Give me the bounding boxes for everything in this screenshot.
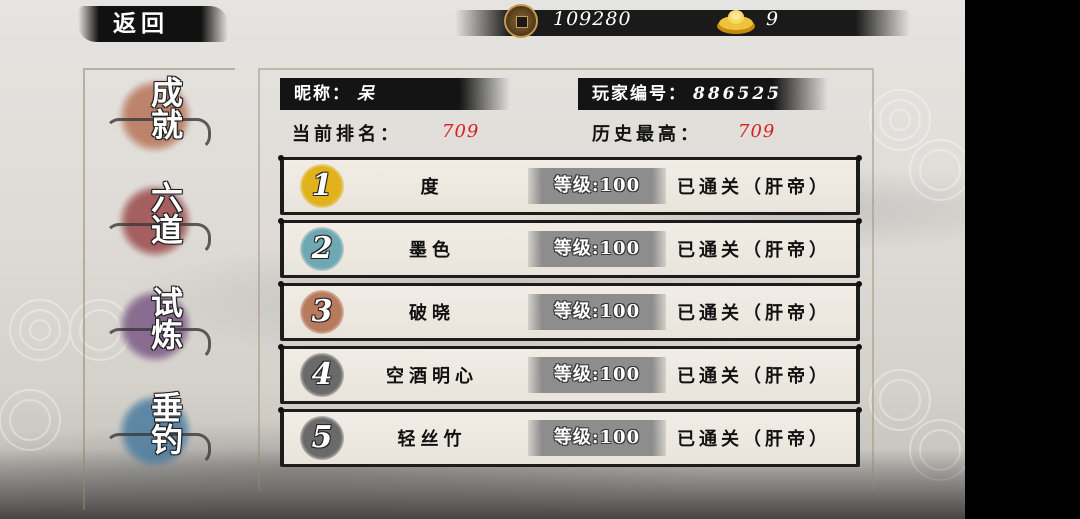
menu-item[interactable]: 成就 (105, 70, 215, 162)
menu-item-label: 成就 (146, 76, 184, 140)
copper-coin-icon (504, 4, 538, 38)
clear-status: 已通关（肝帝） (677, 366, 831, 387)
rank-badge: 3 (300, 290, 344, 334)
best-rank-value: 709 (738, 121, 776, 142)
nickname-label: 昵称： (294, 84, 351, 104)
gold-ingot-icon (717, 10, 755, 34)
level-badge: 等级:100 (528, 168, 666, 204)
top-bar: 返回 109280 9 (0, 0, 965, 48)
level-badge: 等级:100 (528, 231, 666, 267)
level-badge: 等级:100 (528, 294, 666, 330)
rank-badge: 2 (300, 227, 344, 271)
nickname-strip: 昵称： 呆 (280, 78, 510, 110)
coin-count: 109280 (553, 8, 632, 30)
leaderboard-row[interactable]: 5 轻丝竹 等级:100 已通关（肝帝） (278, 407, 862, 467)
back-button[interactable]: 返回 (78, 6, 228, 42)
player-id-value: 886525 (693, 84, 782, 104)
rank-badge: 5 (300, 416, 344, 460)
current-rank-label: 当前排名： (292, 124, 402, 145)
player-name: 轻丝竹 (397, 429, 467, 450)
player-name: 空酒明心 (386, 366, 478, 387)
current-rank-value: 709 (442, 121, 480, 142)
player-name: 破晓 (409, 303, 455, 324)
leaderboard-row[interactable]: 2 墨色 等级:100 已通关（肝帝） (278, 218, 862, 278)
best-rank-label: 历史最高： (592, 124, 702, 145)
nickname-value: 呆 (357, 84, 377, 104)
leaderboard-row[interactable]: 4 空酒明心 等级:100 已通关（肝帝） (278, 344, 862, 404)
player-name: 墨色 (409, 240, 455, 261)
player-name: 度 (420, 177, 444, 198)
ingot-count: 9 (766, 8, 779, 30)
level-badge: 等级:100 (528, 357, 666, 393)
leaderboard-row[interactable]: 3 破晓 等级:100 已通关（肝帝） (278, 281, 862, 341)
player-id-strip: 玩家编号： 886525 (578, 78, 828, 110)
menu-item-label: 六道 (146, 181, 184, 245)
clear-status: 已通关（肝帝） (677, 240, 831, 261)
clear-status: 已通关（肝帝） (677, 429, 831, 450)
game-screen: 返回 109280 9 成就六道试炼垂钓 昵称： 呆 玩家编号： 886525 当前… (0, 0, 965, 519)
menu-item-label: 试炼 (146, 286, 184, 350)
menu-item[interactable]: 试炼 (105, 280, 215, 372)
clear-status: 已通关（肝帝） (677, 303, 831, 324)
leaderboard-row[interactable]: 1 度 等级:100 已通关（肝帝） (278, 155, 862, 215)
level-badge: 等级:100 (528, 420, 666, 456)
clear-status: 已通关（肝帝） (677, 177, 831, 198)
rank-badge: 4 (300, 353, 344, 397)
menu-item[interactable]: 六道 (105, 175, 215, 267)
rank-badge: 1 (300, 164, 344, 208)
player-id-label: 玩家编号： (592, 84, 687, 104)
menu-item[interactable]: 垂钓 (105, 385, 215, 477)
menu-item-label: 垂钓 (146, 391, 184, 455)
